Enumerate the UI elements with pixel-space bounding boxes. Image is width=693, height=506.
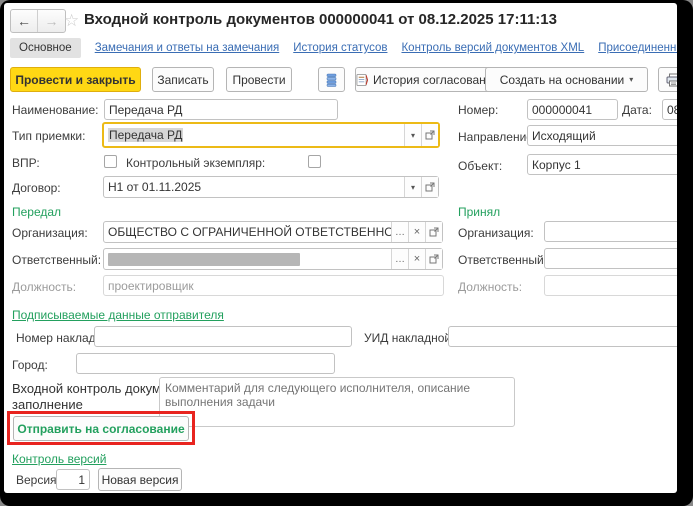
clear-icon: × [414, 253, 420, 265]
ellipsis-icon: … [395, 254, 405, 265]
number-label: Номер: [458, 103, 498, 117]
city-input[interactable] [76, 353, 335, 374]
received-responsible-label: Ответственный: [458, 253, 547, 267]
forward-button[interactable]: → [38, 10, 65, 32]
open-icon [429, 227, 439, 237]
back-arrow-icon: ← [17, 13, 31, 29]
contract-open-button[interactable] [421, 177, 438, 197]
transferred-organization-field: ОБЩЕСТВО С ОГРАНИЧЕННОЙ ОТВЕТСТВЕННОСТЬ … [103, 221, 443, 243]
transferred-organization-open-button[interactable] [425, 222, 442, 242]
page-title: Входной контроль документов 000000041 от… [84, 11, 557, 28]
transferred-organization-input[interactable]: ОБЩЕСТВО С ОГРАНИЧЕННОЙ ОТВЕТСТВЕННОСТЬ [104, 222, 391, 242]
chevron-down-icon: ▾ [629, 75, 633, 84]
transferred-organization-label: Организация: [12, 226, 88, 240]
create-based-on-button[interactable]: Создать на основании ▾ [485, 67, 648, 92]
version-input[interactable] [56, 469, 90, 490]
date-label: Дата: [622, 103, 652, 117]
transferred-organization-clear-button[interactable]: × [408, 222, 425, 242]
tab-bar: Основное Замечания и ответы на замечания… [10, 38, 677, 58]
object-label: Объект: [458, 159, 502, 173]
vpr-checkbox[interactable] [104, 155, 117, 168]
task-comment-input[interactable] [159, 377, 515, 427]
transferred-organization-choose-button[interactable]: … [391, 222, 408, 242]
print-button[interactable] [658, 67, 677, 92]
acceptance-type-input[interactable]: Передача РД [104, 124, 404, 146]
contract-dropdown-button[interactable]: ▾ [404, 177, 421, 197]
approval-history-label: История согласования [373, 73, 499, 87]
post-button[interactable]: Провести [226, 67, 292, 92]
write-button[interactable]: Записать [152, 67, 214, 92]
acceptance-type-field: Передача РД ▾ [102, 122, 440, 148]
version-label: Версия: [16, 473, 60, 487]
received-position-input[interactable] [544, 275, 677, 296]
transferred-section-title: Передал [12, 205, 61, 219]
window: ← → ☆ Входной контроль документов 000000… [4, 3, 677, 493]
name-input[interactable] [104, 99, 338, 120]
screenshot-frame: ← → ☆ Входной контроль документов 000000… [0, 0, 693, 506]
city-label: Город: [12, 358, 48, 372]
received-section-title: Принял [458, 205, 500, 219]
acceptance-type-label: Тип приемки: [12, 129, 85, 143]
printer-icon [666, 73, 678, 87]
post-and-close-button[interactable]: Провести и закрыть [10, 67, 141, 92]
transferred-position-input[interactable] [103, 275, 444, 296]
direction-input[interactable] [527, 125, 677, 146]
signed-data-link[interactable]: Подписываемые данные отправителя [12, 308, 224, 322]
transferred-responsible-label: Ответственный: [12, 253, 101, 267]
open-icon [425, 130, 435, 140]
control-copy-label: Контрольный экземпляр: [126, 156, 265, 170]
tab-status-history[interactable]: История статусов [293, 42, 387, 54]
tab-remarks[interactable]: Замечания и ответы на замечания [95, 42, 280, 54]
approval-history-button[interactable]: История согласования [355, 67, 500, 92]
acceptance-type-value: Передача РД [108, 128, 183, 142]
invoice-number-input[interactable] [94, 326, 352, 347]
send-for-approval-button[interactable]: Отправить на согласование [13, 416, 189, 441]
control-copy-checkbox[interactable] [308, 155, 321, 168]
version-control-link[interactable]: Контроль версий [12, 452, 106, 466]
tab-main[interactable]: Основное [10, 38, 81, 58]
back-button[interactable]: ← [11, 10, 38, 32]
transferred-responsible-open-button[interactable] [425, 249, 442, 269]
tab-attached-files[interactable]: Присоединенные файлы [598, 42, 677, 54]
acceptance-type-open-button[interactable] [421, 124, 438, 146]
name-label: Наименование: [12, 103, 99, 117]
create-based-on-label: Создать на основании [500, 73, 625, 87]
register-icon [326, 73, 337, 87]
history-nav: ← → [10, 9, 66, 33]
received-organization-label: Организация: [458, 226, 534, 240]
favorite-star-icon[interactable]: ☆ [64, 11, 79, 31]
vpr-label: ВПР: [12, 156, 40, 170]
received-position-label: Должность: [458, 280, 522, 294]
forward-arrow-icon: → [45, 13, 59, 29]
new-version-button[interactable]: Новая версия [98, 468, 182, 491]
redacted-text [108, 253, 300, 266]
open-icon [429, 254, 439, 264]
ellipsis-icon: … [395, 227, 405, 238]
document-registers-button[interactable] [318, 67, 345, 92]
dropdown-icon: ▾ [411, 131, 415, 140]
number-input[interactable] [527, 99, 618, 120]
received-organization-input[interactable] [544, 221, 677, 242]
transferred-responsible-input[interactable] [104, 249, 391, 269]
received-responsible-input[interactable] [544, 248, 677, 269]
open-icon [425, 182, 435, 192]
invoice-uid-input[interactable] [448, 326, 677, 347]
transferred-position-label: Должность: [12, 280, 76, 294]
contract-field: Н1 от 01.11.2025 ▾ [103, 176, 439, 198]
approval-history-icon [356, 73, 368, 87]
tab-xml-version-control[interactable]: Контроль версий документов XML [401, 42, 584, 54]
contract-label: Договор: [12, 181, 61, 195]
acceptance-type-dropdown-button[interactable]: ▾ [404, 124, 421, 146]
clear-icon: × [414, 226, 420, 238]
object-input[interactable] [527, 154, 677, 175]
transferred-responsible-clear-button[interactable]: × [408, 249, 425, 269]
dropdown-icon: ▾ [411, 183, 415, 192]
transferred-responsible-choose-button[interactable]: … [391, 249, 408, 269]
contract-input[interactable]: Н1 от 01.11.2025 [104, 177, 404, 197]
direction-label: Направление: [458, 130, 536, 144]
invoice-uid-label: УИД накладной: [364, 331, 454, 345]
date-input[interactable] [662, 99, 677, 120]
transferred-responsible-field: … × [103, 248, 443, 270]
